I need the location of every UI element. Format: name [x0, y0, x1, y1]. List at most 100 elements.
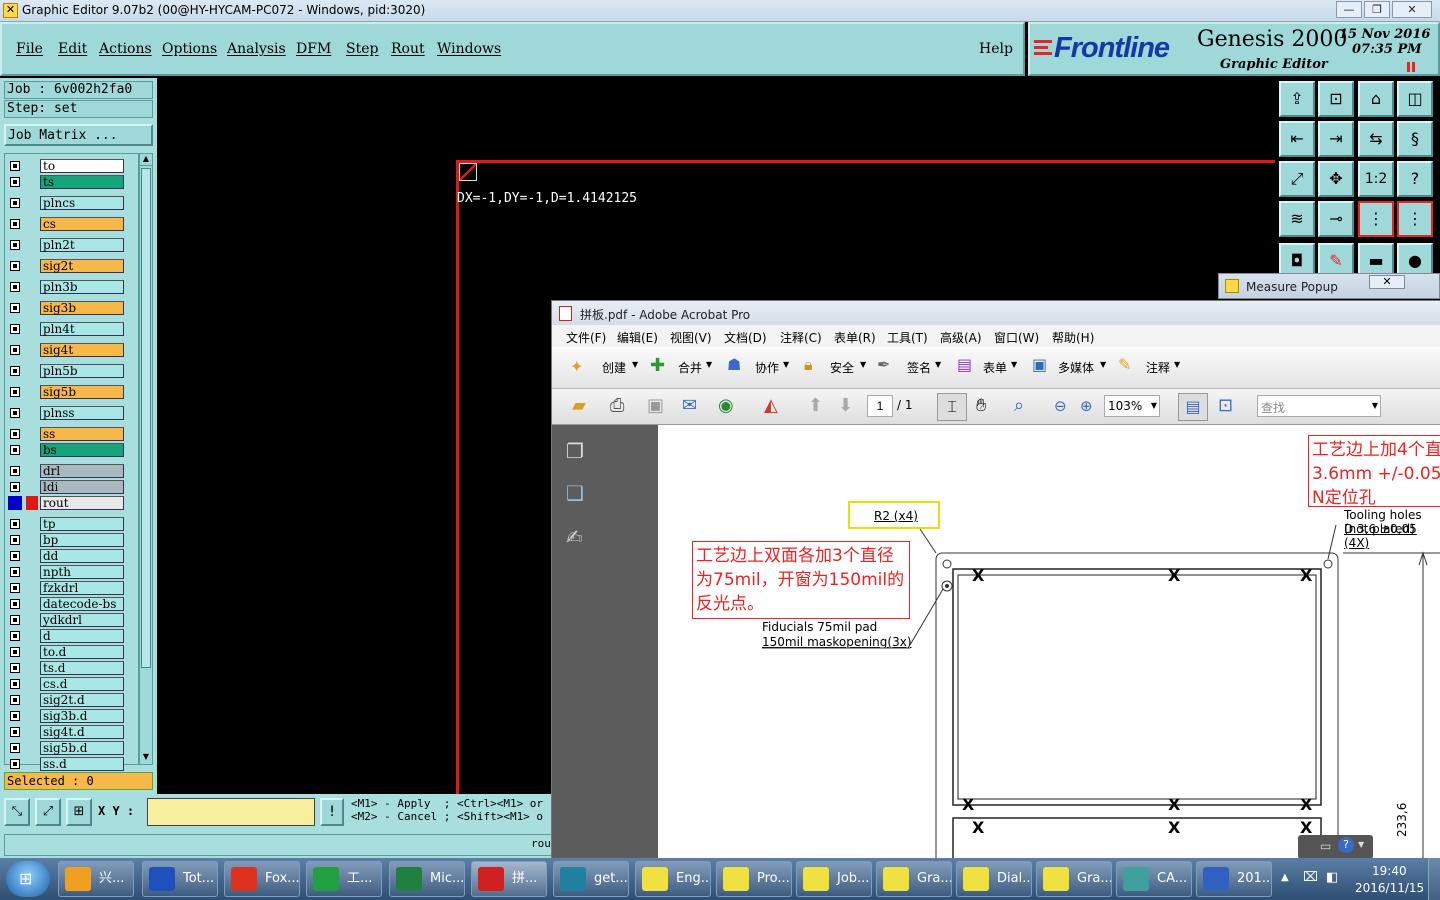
layer-row-datecode-bs[interactable]: datecode-bs: [6, 597, 124, 611]
layer-checkbox[interactable]: [10, 695, 20, 705]
combine-button[interactable]: ✚ 合并 ▼: [650, 355, 720, 379]
connect-icon[interactable]: ⊸: [1318, 201, 1354, 237]
layer-name[interactable]: sig5b: [40, 385, 124, 399]
layer-checkbox[interactable]: [10, 345, 20, 355]
acrobat-window[interactable]: 拼板.pdf - Adobe Acrobat Pro 文件(F) 编辑(E) 视…: [551, 300, 1440, 861]
window-split-icon[interactable]: ◫: [1397, 81, 1433, 117]
taskbar-item[interactable]: 201...: [1196, 861, 1272, 897]
layer-checkbox[interactable]: [10, 177, 20, 187]
layer-name[interactable]: datecode-bs: [40, 597, 124, 611]
zoom-home-icon[interactable]: ⇪: [1279, 81, 1315, 117]
sign-button[interactable]: ✒ 签名 ▼: [877, 355, 945, 379]
taskbar-item[interactable]: CA...: [1116, 861, 1192, 897]
scroll-down-icon[interactable]: ▼: [140, 752, 152, 764]
volume-icon[interactable]: ◧: [1326, 870, 1338, 885]
menu-actions[interactable]: Actions: [99, 41, 152, 57]
layer-name[interactable]: to.d: [40, 645, 124, 659]
layer-row-sig5b-d[interactable]: sig5b.d: [6, 741, 124, 755]
chevron-down-icon[interactable]: ▼: [1358, 840, 1364, 849]
menu-rout[interactable]: Rout: [391, 41, 425, 57]
layer-row-ts[interactable]: ts: [6, 175, 124, 189]
layer-name[interactable]: plnss: [40, 406, 124, 420]
layer-name[interactable]: sig2t.d: [40, 693, 124, 707]
multimedia-button[interactable]: ▣ 多媒体 ▼: [1032, 355, 1112, 379]
layer-checkbox[interactable]: [10, 583, 20, 593]
layer-name[interactable]: tp: [40, 517, 124, 531]
layer-checkbox[interactable]: [10, 519, 20, 529]
clock-time[interactable]: 19:40: [1372, 864, 1407, 878]
layer-name[interactable]: cs.d: [40, 677, 124, 691]
layer-name[interactable]: bp: [40, 533, 124, 547]
acro-menu-tools[interactable]: 工具(T): [887, 329, 928, 346]
layer-checkbox[interactable]: [10, 303, 20, 313]
layer-row-sig4t-d[interactable]: sig4t.d: [6, 725, 124, 739]
menu-edit[interactable]: Edit: [58, 41, 87, 57]
cursor-mode-icon[interactable]: ⤡: [4, 798, 30, 826]
taskbar-item[interactable]: Dial...: [956, 861, 1032, 897]
layer-row-bp[interactable]: bp: [6, 533, 124, 547]
layer-name[interactable]: ts.d: [40, 661, 124, 675]
layer-checkbox[interactable]: [10, 219, 20, 229]
help-icon[interactable]: ?: [1338, 837, 1354, 853]
layer-name[interactable]: pln4t: [40, 322, 124, 336]
acro-menu-advanced[interactable]: 高级(A): [940, 329, 982, 346]
menu-file[interactable]: File: [16, 41, 43, 57]
layer-checkbox[interactable]: [10, 535, 20, 545]
bookmarks-panel-icon[interactable]: ❑: [566, 481, 584, 505]
scroll-up-icon[interactable]: ▲: [140, 154, 152, 166]
layer-row-to[interactable]: to: [6, 159, 124, 173]
create-button[interactable]: ✦ 创建 ▼: [570, 355, 640, 379]
web-icon[interactable]: ◉: [718, 395, 734, 416]
layer-checkbox[interactable]: [10, 408, 20, 418]
layer-row-ts-d[interactable]: ts.d: [6, 661, 124, 675]
layer-name[interactable]: pln5b: [40, 364, 124, 378]
layer-name[interactable]: sig2t: [40, 259, 124, 273]
layer-checkbox[interactable]: [10, 567, 20, 577]
close-button[interactable]: ✕: [1392, 1, 1432, 18]
pan-left-icon[interactable]: ⇤: [1279, 121, 1315, 157]
layer-row-ss[interactable]: ss: [6, 427, 124, 441]
taskbar-item[interactable]: Eng...: [635, 861, 711, 897]
layer-checkbox[interactable]: [10, 240, 20, 250]
layer-checkbox[interactable]: [10, 599, 20, 609]
save-icon[interactable]: ▣: [647, 395, 664, 416]
layer-name[interactable]: ydkdrl: [40, 613, 124, 627]
next-page-icon[interactable]: ⬇: [838, 395, 853, 416]
keyboard-icon[interactable]: ▭: [1320, 839, 1331, 853]
layer-name[interactable]: sig3b: [40, 301, 124, 315]
menu-windows[interactable]: Windows: [437, 41, 501, 57]
taskbar-item[interactable]: 工...: [306, 861, 382, 897]
taskbar-item[interactable]: Gra...: [876, 861, 952, 897]
layer-name[interactable]: ss.d: [40, 757, 124, 771]
center-icon[interactable]: ✥: [1318, 161, 1354, 197]
layer-name[interactable]: to: [40, 159, 124, 173]
layer-checkbox[interactable]: [10, 711, 20, 721]
clock-date[interactable]: 2016/11/15: [1355, 881, 1424, 895]
menu-options[interactable]: Options: [162, 41, 217, 57]
select-tool-icon[interactable]: ⌶: [937, 393, 967, 421]
layer-name[interactable]: sig3b.d: [40, 709, 124, 723]
layer-row-pln3b[interactable]: pln3b: [6, 280, 124, 294]
color-picker-icon[interactable]: ◭: [764, 395, 778, 416]
layer-row-ss-d[interactable]: ss.d: [6, 757, 124, 771]
layer-checkbox[interactable]: [10, 366, 20, 376]
layer-checkbox[interactable]: [10, 466, 20, 476]
layer-name[interactable]: sig4t.d: [40, 725, 124, 739]
layer-row-dd[interactable]: dd: [6, 549, 124, 563]
zoom-tool-icon[interactable]: ⌕: [1014, 395, 1024, 416]
layer-name[interactable]: dd: [40, 549, 124, 563]
layer-checkbox[interactable]: [10, 261, 20, 271]
layer-checkbox[interactable]: [10, 282, 20, 292]
layer-name[interactable]: pln3b: [40, 280, 124, 294]
acro-menu-document[interactable]: 文档(D): [724, 329, 767, 346]
email-icon[interactable]: ✉: [682, 395, 697, 416]
layer-row-drl[interactable]: drl: [6, 464, 124, 478]
layer-name[interactable]: npth: [40, 565, 124, 579]
layer-checkbox[interactable]: [10, 663, 20, 673]
layer-row-pln2t[interactable]: pln2t: [6, 238, 124, 252]
acro-menu-view[interactable]: 视图(V): [670, 329, 712, 346]
layer-row-sig3b-d[interactable]: sig3b.d: [6, 709, 124, 723]
taskbar-item[interactable]: 拼...: [471, 861, 547, 897]
acro-menu-file[interactable]: 文件(F): [566, 329, 606, 346]
fit-page-icon[interactable]: ▤: [1178, 393, 1208, 421]
